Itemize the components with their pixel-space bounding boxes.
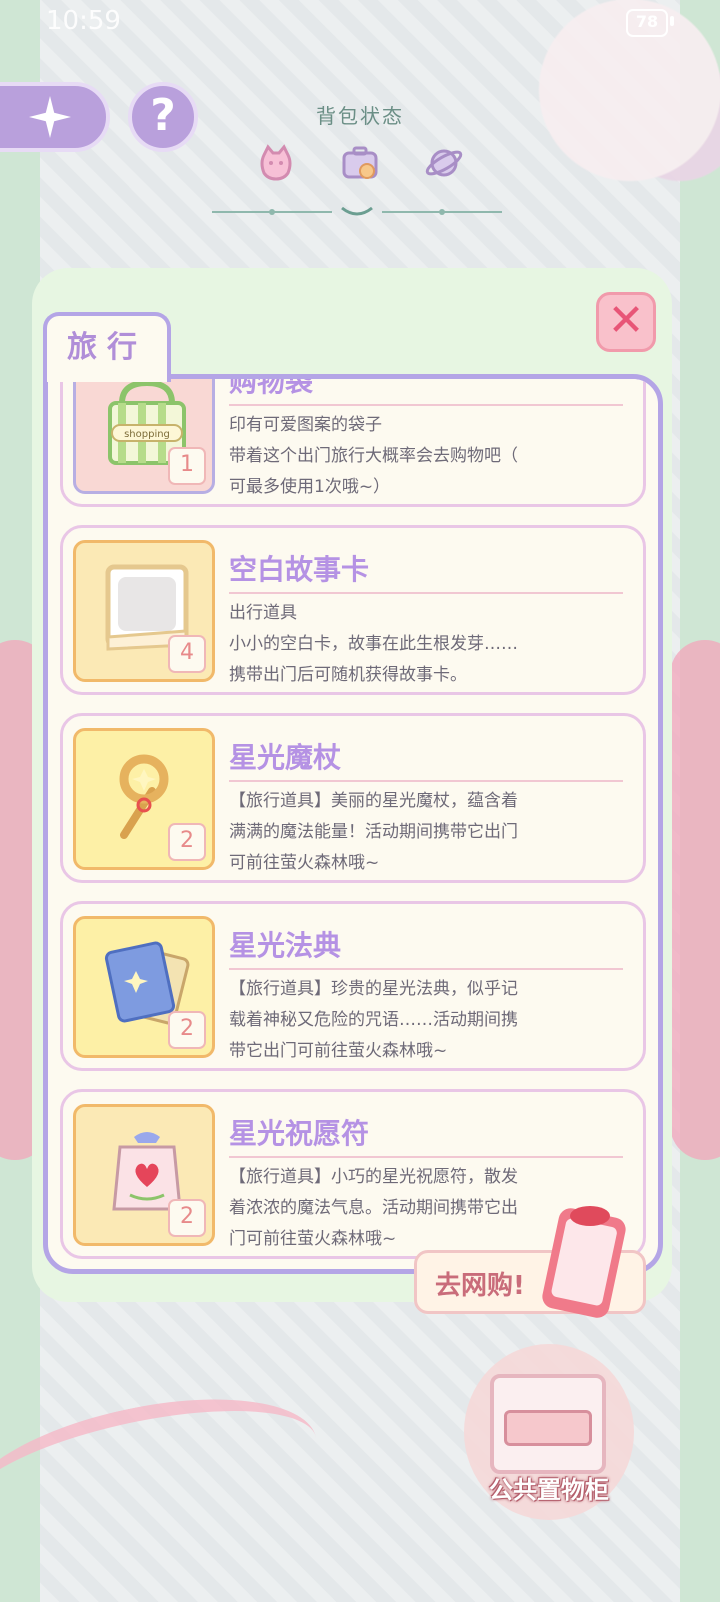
- side-decoration-right: [670, 640, 720, 1160]
- desc-line: 载着神秘又危险的咒语……活动期间携: [229, 1010, 518, 1030]
- item-name: 空白故事卡: [229, 548, 623, 594]
- locker-drawer-icon: [504, 1410, 592, 1446]
- item-thumbnail: 4: [73, 540, 215, 682]
- item-description: 印有可爱图案的袋子 带着这个出门旅行大概率会去购物吧（ 可最多使用1次哦~）: [229, 410, 617, 503]
- item-quantity: 2: [168, 1199, 206, 1237]
- battery-tip: [670, 16, 674, 26]
- go-shopping-label: 去网购!: [435, 1271, 525, 1301]
- desc-line: 带着这个出门旅行大概率会去购物吧（: [229, 446, 518, 466]
- planet-icon[interactable]: [423, 142, 465, 184]
- desc-line: 可前往萤火森林哦~: [229, 853, 380, 873]
- desc-line: 小小的空白卡，故事在此生根发芽……: [229, 634, 518, 654]
- item-description: 出行道具 小小的空白卡，故事在此生根发芽…… 携带出门后可随机获得故事卡。: [229, 598, 617, 691]
- item-thumbnail: shopping 1: [73, 379, 215, 494]
- desc-line: 【旅行道具】珍贵的星光法典，似乎记: [229, 979, 518, 999]
- battery-indicator: 78: [626, 9, 668, 37]
- desc-line: 印有可爱图案的袋子: [229, 415, 382, 435]
- close-button[interactable]: ✕: [596, 292, 656, 352]
- item-list[interactable]: shopping 1 购物袋 印有可爱图案的袋子 带着这个出门旅行大概率会去购物…: [43, 374, 663, 1274]
- item-name: 星光魔杖: [229, 736, 623, 782]
- desc-line: 出行道具: [229, 603, 297, 623]
- item-description: 【旅行道具】珍贵的星光法典，似乎记 载着神秘又危险的咒语……活动期间携 带它出门…: [229, 974, 617, 1067]
- desc-line: 【旅行道具】美丽的星光魔杖，蕴含着: [229, 791, 518, 811]
- item-thumbnail: 2: [73, 1104, 215, 1246]
- item-quantity: 1: [168, 447, 206, 485]
- bow-icon: [570, 1206, 610, 1226]
- list-item[interactable]: 4 空白故事卡 出行道具 小小的空白卡，故事在此生根发芽…… 携带出门后可随机获…: [60, 525, 646, 695]
- status-icon-row: [255, 142, 465, 184]
- item-quantity: 2: [168, 823, 206, 861]
- desc-line: 【旅行道具】小巧的星光祝愿符，散发: [229, 1167, 518, 1187]
- desc-line: 可最多使用1次哦~）: [229, 477, 391, 497]
- public-locker-label: 公共置物柜: [489, 1476, 609, 1504]
- list-item[interactable]: 2 星光法典 【旅行道具】珍贵的星光法典，似乎记 载着神秘又危险的咒语……活动期…: [60, 901, 646, 1071]
- item-quantity: 2: [168, 1011, 206, 1049]
- svg-text:shopping: shopping: [124, 429, 170, 440]
- tab-travel[interactable]: 旅行: [43, 312, 171, 382]
- title-divider: [212, 206, 502, 216]
- desc-line: 带它出门可前往萤火森林哦~: [229, 1041, 448, 1061]
- page-title: 背包状态: [316, 104, 404, 128]
- list-item[interactable]: shopping 1 购物袋 印有可爱图案的袋子 带着这个出门旅行大概率会去购物…: [60, 379, 646, 507]
- item-thumbnail: 2: [73, 728, 215, 870]
- item-thumbnail: 2: [73, 916, 215, 1058]
- item-name: 星光祝愿符: [229, 1112, 623, 1158]
- item-description: 【旅行道具】美丽的星光魔杖，蕴含着 满满的魔法能量！活动期间携带它出门 可前往萤…: [229, 786, 617, 879]
- clock: 10:59: [46, 6, 121, 36]
- list-item[interactable]: 2 星光魔杖 【旅行道具】美丽的星光魔杖，蕴含着 满满的魔法能量！活动期间携带它…: [60, 713, 646, 883]
- item-quantity: 4: [168, 635, 206, 673]
- item-name: 星光法典: [229, 924, 623, 970]
- status-bar: 10:59 78: [0, 0, 720, 44]
- item-name: 购物袋: [229, 379, 623, 406]
- ribbon-decoration: [0, 1372, 330, 1578]
- suitcase-icon[interactable]: [339, 142, 381, 184]
- desc-line: 携带出门后可随机获得故事卡。: [229, 665, 467, 685]
- desc-line: 满满的魔法能量！活动期间携带它出门: [229, 822, 518, 842]
- cat-icon[interactable]: [255, 142, 297, 184]
